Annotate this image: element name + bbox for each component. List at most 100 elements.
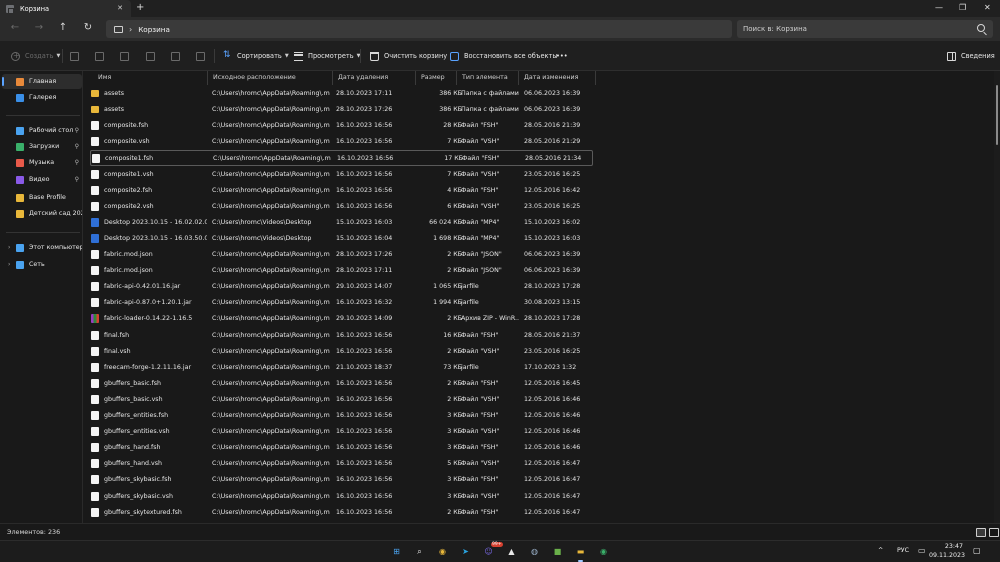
details-view-icon[interactable] — [976, 528, 986, 537]
file-row[interactable]: fabric.mod.json C:\Users\hromc\AppData\Ro… — [90, 263, 593, 279]
sidebar-item[interactable]: Галерея — [2, 90, 82, 105]
original-location: C:\Users\hromc\AppData\Roaming\.minc... — [212, 267, 330, 275]
paste-button[interactable] — [120, 41, 134, 71]
file-row[interactable]: freecam-forge-1.2.11.16.jar C:\Users\hrom… — [90, 360, 593, 376]
file-row[interactable]: composite2.vsh C:\Users\hromc\AppData\Roa… — [90, 199, 593, 215]
tiles-view-icon[interactable] — [989, 528, 999, 537]
column-size[interactable]: Размер — [416, 71, 457, 85]
notification-icon[interactable]: ▢ — [973, 546, 981, 555]
file-row[interactable]: fabric.mod.json C:\Users\hromc\AppData\Ro… — [90, 247, 593, 263]
file-row[interactable]: gbuffers_entities.vsh C:\Users\hromc\AppD… — [90, 424, 593, 440]
close-button[interactable]: ✕ — [984, 3, 991, 12]
taskbar-minecraft-icon[interactable]: ■ — [550, 544, 565, 559]
sort-button[interactable]: Сортировать ▼ — [223, 41, 289, 71]
original-location: C:\Users\hromc\AppData\Roaming\.minc... — [212, 122, 330, 130]
file-name: composite1.vsh — [104, 170, 154, 178]
battery-icon[interactable]: ▭ — [918, 546, 926, 555]
taskbar-file-explorer-icon[interactable]: ▬ — [573, 544, 588, 562]
vertical-scrollbar[interactable] — [994, 71, 1000, 523]
sidebar-item[interactable]: › Сеть — [2, 257, 82, 272]
file-row[interactable]: composite2.fsh C:\Users\hromc\AppData\Roa… — [90, 183, 593, 199]
file-row[interactable]: gbuffers_skytextured.fsh C:\Users\hromc\A… — [90, 505, 593, 521]
taskbar-minecraft-launcher-icon[interactable]: ▲ — [504, 544, 519, 559]
clock[interactable]: 23:47 09.11.2023 — [929, 543, 965, 560]
tab-close-icon[interactable]: ✕ — [117, 4, 123, 12]
tab-recycle-bin[interactable]: Корзина ✕ — [0, 0, 131, 17]
file-row[interactable]: fabric-loader-0.14.22-1.16.5 C:\Users\hro… — [90, 311, 593, 327]
file-row[interactable]: gbuffers_entities.fsh C:\Users\hromc\AppD… — [90, 408, 593, 424]
language-indicator[interactable]: РУС — [897, 547, 909, 554]
folder-icon — [16, 175, 24, 184]
taskbar-search-icon[interactable]: ⌕ — [412, 544, 427, 559]
back-button[interactable]: ← — [8, 22, 22, 33]
address-bar[interactable]: › Корзина — [106, 20, 732, 38]
file-name: freecam-forge-1.2.11.16.jar — [104, 363, 192, 371]
sidebar-item[interactable]: Детский сад 2023г — [2, 206, 82, 221]
date-deleted: 29.10.2023 14:07 — [336, 283, 393, 291]
file-row[interactable]: assets C:\Users\hromc\AppData\Roaming\.mi… — [90, 102, 593, 118]
file-row[interactable]: composite1.vsh C:\Users\hromc\AppData\Roa… — [90, 167, 593, 183]
forward-button[interactable]: → — [32, 22, 46, 33]
column-date-deleted[interactable]: Дата удаления — [333, 71, 416, 85]
minimize-button[interactable]: — — [935, 3, 943, 12]
sidebar-item[interactable]: Загрузки ⚲ — [2, 139, 82, 154]
file-row[interactable]: fabric-api-0.87.0+1.20.1.jar C:\Users\hro… — [90, 295, 593, 311]
more-options-button[interactable]: ••• — [556, 41, 568, 71]
file-row[interactable]: fabric-api-0.42.01.16.jar C:\Users\hromc\… — [90, 279, 593, 295]
create-button[interactable]: Создать ▼ — [11, 41, 60, 71]
file-row[interactable]: gbuffers_skybasic.vsh C:\Users\hromc\AppD… — [90, 489, 593, 505]
column-name[interactable]: Имя — [93, 71, 208, 85]
maximize-button[interactable]: ❐ — [959, 3, 966, 12]
sidebar-item[interactable]: Музыка ⚲ — [2, 155, 82, 170]
breadcrumb[interactable]: Корзина — [138, 25, 170, 34]
taskbar-steam-icon[interactable]: ◍ — [527, 544, 542, 559]
column-original-location[interactable]: Исходное расположение — [208, 71, 333, 85]
date-modified: 28.10.2023 17:28 — [524, 283, 581, 291]
file-row[interactable]: gbuffers_basic.vsh C:\Users\hromc\AppData… — [90, 392, 593, 408]
scrollbar-thumb[interactable] — [996, 85, 998, 145]
file-row[interactable]: composite.fsh C:\Users\hromc\AppData\Roam… — [90, 118, 593, 134]
column-date-modified[interactable]: Дата изменения — [519, 71, 596, 85]
search-input[interactable]: Поиск в: Корзина — [737, 20, 993, 38]
sidebar-item[interactable]: Видео ⚲ — [2, 172, 82, 187]
sidebar-item[interactable]: › Этот компьютер — [2, 240, 82, 255]
share-button[interactable] — [171, 41, 185, 71]
file-row[interactable]: composite1.fsh C:\Users\hromc\AppData\Roa… — [90, 150, 593, 167]
file-row[interactable]: gbuffers_hand.vsh C:\Users\hromc\AppData\… — [90, 456, 593, 472]
view-button[interactable]: Просмотреть ▼ — [294, 41, 360, 71]
sidebar-item[interactable]: Главная — [2, 74, 82, 89]
taskbar-chrome-profile-icon[interactable]: ◉ — [596, 544, 611, 559]
file-row[interactable]: gbuffers_hand.fsh C:\Users\hromc\AppData\… — [90, 440, 593, 456]
details-pane-icon — [947, 51, 956, 61]
empty-recycle-bin-button[interactable]: Очистить корзину — [370, 41, 447, 71]
taskbar-start-icon[interactable]: ⊞ — [389, 544, 404, 559]
file-row[interactable]: Desktop 2023.10.15 - 16.03.50.02 C:\Users… — [90, 231, 593, 247]
chevron-right-icon[interactable]: › — [8, 261, 10, 268]
chevron-right-icon[interactable]: › — [8, 244, 10, 251]
up-button[interactable]: ↑ — [56, 22, 70, 33]
breadcrumb-separator: › — [129, 24, 133, 34]
file-row[interactable]: assets C:\Users\hromc\AppData\Roaming\.mi… — [90, 86, 593, 102]
delete-button[interactable] — [196, 41, 210, 71]
file-row[interactable]: Desktop 2023.10.15 - 16.02.02.01 C:\Users… — [90, 215, 593, 231]
rename-button[interactable] — [146, 41, 160, 71]
details-pane-button[interactable]: Сведения — [947, 41, 995, 71]
new-tab-button[interactable]: + — [136, 2, 144, 13]
refresh-button[interactable]: ↻ — [81, 22, 95, 33]
taskbar-chrome-icon[interactable]: ◉ — [435, 544, 450, 559]
sidebar-item[interactable]: Рабочий стол ⚲ — [2, 123, 82, 138]
file-row[interactable]: final.vsh C:\Users\hromc\AppData\Roaming\… — [90, 344, 593, 360]
restore-all-button[interactable]: Восстановить все объекты — [450, 41, 558, 71]
file-row[interactable]: gbuffers_basic.fsh C:\Users\hromc\AppData… — [90, 376, 593, 392]
tray-overflow-icon[interactable]: ^ — [878, 547, 883, 554]
cut-button[interactable] — [70, 41, 84, 71]
file-row[interactable]: final.fsh C:\Users\hromc\AppData\Roaming\… — [90, 328, 593, 344]
copy-button[interactable] — [95, 41, 109, 71]
column-item-type[interactable]: Тип элемента — [457, 71, 519, 85]
item-type: Файл "VSH" — [461, 347, 500, 355]
file-name: final.fsh — [104, 331, 130, 339]
taskbar-telegram-icon[interactable]: ➤ — [458, 544, 473, 559]
file-row[interactable]: composite.vsh C:\Users\hromc\AppData\Roam… — [90, 134, 593, 150]
sidebar-item[interactable]: Base Profile — [2, 190, 82, 205]
file-row[interactable]: gbuffers_skybasic.fsh C:\Users\hromc\AppD… — [90, 472, 593, 488]
